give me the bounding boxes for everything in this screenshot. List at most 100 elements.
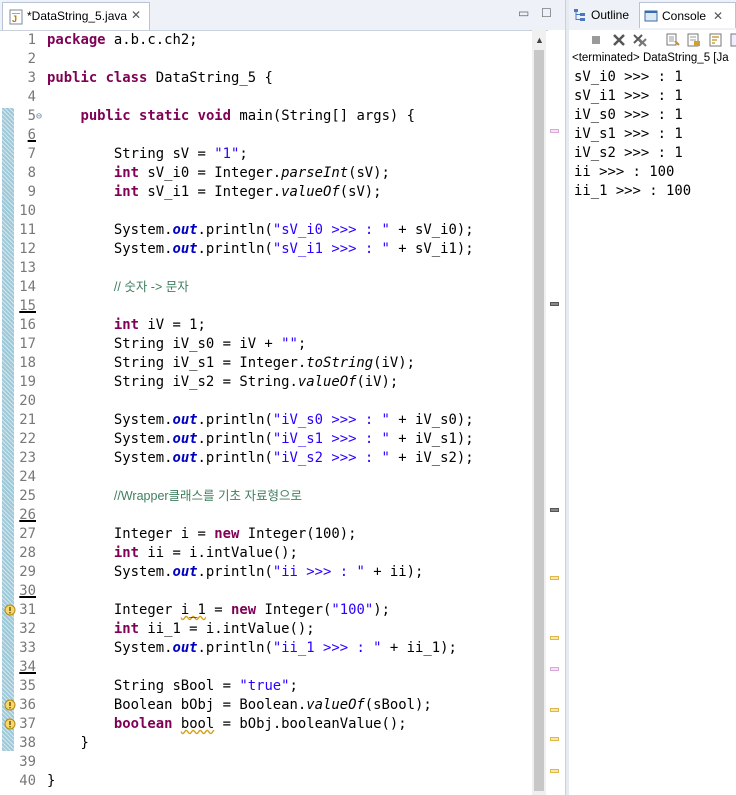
line-number: 32 [19, 621, 36, 637]
remove-all-terminated-icon[interactable] [632, 32, 648, 48]
code-line[interactable]: 1 package a.b.c.ch2; [0, 31, 548, 50]
vertical-scrollbar[interactable]: ▲ [532, 30, 546, 795]
line-number: 35 [19, 678, 36, 694]
code-line[interactable]: 23 System.out.println("iV_s2 >>> : " + i… [0, 449, 548, 468]
line-number: 4 [27, 89, 36, 105]
show-console-icon[interactable] [729, 32, 736, 48]
code-line[interactable]: 16 int iV = 1; [0, 316, 548, 335]
code-text: public class DataString_5 { [47, 70, 273, 86]
code-text: int sV_i1 = Integer.valueOf(sV); [113, 184, 382, 200]
code-line[interactable]: 27 Integer i = new Integer(100); [0, 525, 548, 544]
code-line[interactable]: 40} [0, 772, 548, 791]
warning-marker[interactable] [550, 636, 559, 640]
maximize-icon[interactable]: ☐ [541, 7, 553, 19]
line-number: 3 [27, 70, 36, 86]
code-line[interactable]: 24 [0, 468, 548, 487]
code-line[interactable]: 3 public class DataString_5 { [0, 69, 548, 88]
code-line[interactable]: 29 System.out.println("ii >>> : " + ii); [0, 563, 548, 582]
code-line[interactable]: 39 [0, 753, 548, 772]
scrollbar-thumb[interactable] [534, 50, 544, 791]
code-line[interactable]: 9 int sV_i1 = Integer.valueOf(sV); [0, 183, 548, 202]
warning-marker[interactable] [550, 576, 559, 580]
code-line[interactable]: 34 [0, 658, 548, 677]
warning-marker[interactable] [550, 769, 559, 773]
code-line[interactable]: 22 System.out.println("iV_s1 >>> : " + i… [0, 430, 548, 449]
code-text: String iV_s2 = String.valueOf(iV); [47, 374, 399, 390]
code-line[interactable]: 30 [0, 582, 548, 601]
console-line: iV_s0 >>> : 1 [574, 107, 683, 123]
code-text: int ii = i.intValue(); [113, 545, 298, 561]
code-line[interactable]: 25 //Wrapper클래스를 기초 자료형으로 [0, 487, 548, 506]
code-line[interactable]: 19 String iV_s2 = String.valueOf(iV); [0, 373, 548, 392]
line-number: 25 [19, 488, 36, 504]
java-editor[interactable]: J *DataString_5.java ✕ ▭ ☐ 1 package a.b.… [0, 0, 565, 795]
code-line[interactable]: 11 System.out.println("sV_i0 >>> : " + s… [0, 221, 548, 240]
code-text: System.out.println("iV_s0 >>> : " + iV_s… [47, 412, 474, 428]
code-line[interactable]: 32 int ii_1 = i.intValue(); [0, 620, 548, 639]
code-line[interactable]: 5 ⊖ public static void main(String[] args… [0, 107, 548, 126]
code-line[interactable]: 20 [0, 392, 548, 411]
code-line[interactable]: 4 [0, 88, 548, 107]
minimize-icon[interactable]: ▭ [518, 7, 530, 19]
code-area[interactable]: 1 package a.b.c.ch2; 2 3 public class DataSt… [0, 30, 548, 795]
code-text: // 숫자 -> 문자 [113, 280, 189, 294]
console-line: ii >>> : 100 [574, 164, 675, 180]
code-line[interactable]: 35 String sBool = "true"; [0, 677, 548, 696]
line-number: 31 [19, 602, 36, 618]
tab-console-label: Console [662, 9, 707, 23]
code-line[interactable]: 18 String iV_s1 = Integer.toString(iV); [0, 354, 548, 373]
code-line[interactable]: 14 // 숫자 -> 문자 [0, 278, 548, 297]
occurrence-marker[interactable] [550, 667, 559, 671]
line-number: 10 [19, 203, 36, 219]
warning-marker[interactable] [550, 737, 559, 741]
warning-marker[interactable] [550, 708, 559, 712]
code-line[interactable]: 6 [0, 126, 548, 145]
tab-console[interactable]: Console ✕ [639, 2, 736, 28]
occurrence-marker[interactable] [550, 508, 559, 512]
line-number: 16 [19, 317, 36, 333]
code-line[interactable]: 13 [0, 259, 548, 278]
fold-toggle-icon[interactable]: ⊖ [36, 107, 42, 126]
line-number: 34 [19, 659, 36, 675]
code-line[interactable]: 28 int ii = i.intValue(); [0, 544, 548, 563]
occurrence-marker[interactable] [550, 129, 559, 133]
tab-outline[interactable]: Outline [569, 2, 639, 28]
code-text: String iV_s1 = Integer.toString(iV); [47, 355, 415, 371]
scroll-up-icon[interactable]: ▲ [535, 35, 544, 45]
code-line[interactable]: 36 Boolean bObj = Boolean.valueOf(sBool)… [0, 696, 548, 715]
code-line[interactable]: 17 String iV_s0 = iV + ""; [0, 335, 548, 354]
line-number: 21 [19, 412, 36, 428]
remove-launch-icon[interactable] [611, 32, 627, 48]
line-number: 19 [19, 374, 36, 390]
code-line[interactable]: 7 String sV = "1"; [0, 145, 548, 164]
line-number: 36 [19, 697, 36, 713]
overview-ruler[interactable] [548, 30, 565, 795]
terminate-icon[interactable] [588, 32, 604, 48]
code-line[interactable]: 38 } [0, 734, 548, 753]
scroll-lock-icon[interactable] [686, 32, 702, 48]
view-tab-bar: Outline Console ✕ [569, 0, 736, 31]
code-line[interactable]: 2 [0, 50, 548, 69]
close-icon[interactable]: ✕ [713, 9, 723, 23]
word-wrap-icon[interactable] [708, 32, 724, 48]
code-line[interactable]: 31 Integer i_1 = new Integer("100"); [0, 601, 548, 620]
code-line[interactable]: 37 boolean bool = bObj.booleanValue(); [0, 715, 548, 734]
code-line[interactable]: 12 System.out.println("sV_i1 >>> : " + s… [0, 240, 548, 259]
line-number: 39 [19, 754, 36, 770]
code-text: int iV = 1; [113, 317, 206, 333]
line-number: 5 [27, 108, 36, 124]
code-line[interactable]: 26 [0, 506, 548, 525]
code-text: } [47, 773, 56, 789]
clear-console-icon[interactable] [665, 32, 681, 48]
occurrence-marker[interactable] [550, 302, 559, 306]
code-text: System.out.println("ii_1 >>> : " + ii_1)… [47, 640, 457, 656]
code-line[interactable]: 33 System.out.println("ii_1 >>> : " + ii… [0, 639, 548, 658]
code-line[interactable]: 10 [0, 202, 548, 221]
code-line[interactable]: 21 System.out.println("iV_s0 >>> : " + i… [0, 411, 548, 430]
editor-tab[interactable]: J *DataString_5.java ✕ [2, 2, 150, 30]
line-number: 29 [19, 564, 36, 580]
code-line[interactable]: 15 [0, 297, 548, 316]
code-line[interactable]: 8 int sV_i0 = Integer.parseInt(sV); [0, 164, 548, 183]
close-icon[interactable]: ✕ [131, 8, 141, 22]
code-text: Boolean bObj = Boolean.valueOf(sBool); [47, 697, 432, 713]
